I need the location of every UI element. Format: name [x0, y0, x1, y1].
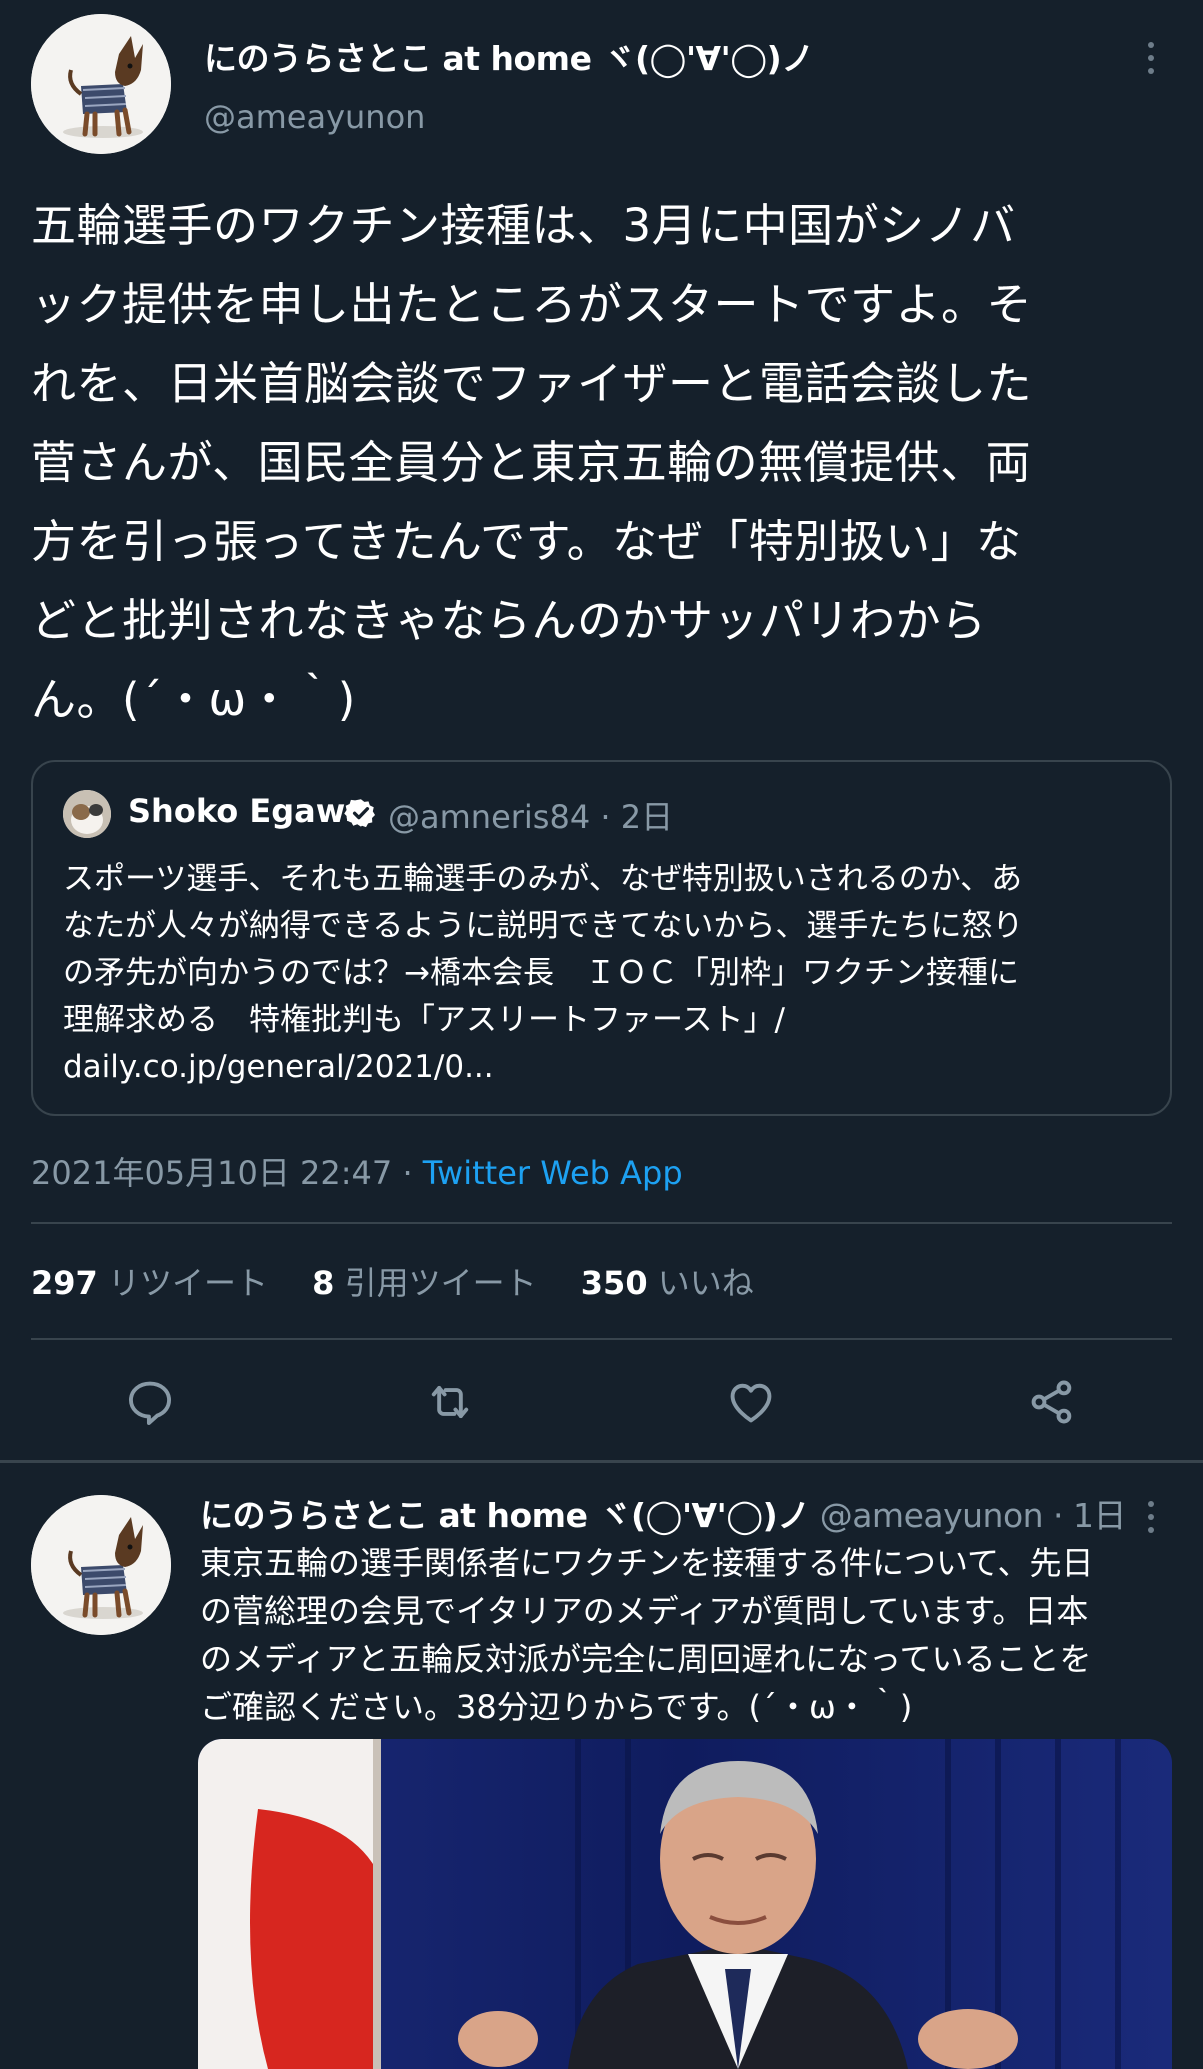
share-icon[interactable]	[1026, 1376, 1078, 1428]
quote-count: 8	[312, 1264, 335, 1302]
retweet-label: リツイート	[107, 1264, 268, 1302]
display-name[interactable]: にのうらさとこ at home ヾ(◯'∀'◯)ノ	[204, 32, 814, 80]
retweet-count: 297	[31, 1264, 98, 1302]
verified-badge-icon	[344, 799, 376, 828]
avatar[interactable]	[31, 1495, 171, 1635]
tweet-text: 五輪選手のワクチン接種は、3月に中国がシノバ ック提供を申し出たところがスタート…	[31, 199, 1033, 726]
timestamp-text: 2021年05月10日 22:47 ·	[31, 1154, 423, 1192]
tweet-timestamp: 2021年05月10日 22:47 · Twitter Web App	[31, 1148, 683, 1194]
reply-icon[interactable]	[124, 1376, 176, 1428]
reply-tweet[interactable]: にのうらさとこ at home ヾ(◯'∀'◯)ノ @ameayunon · 1…	[0, 1463, 1203, 2069]
quoted-tweet-text: スポーツ選手、それも五輪選手のみが、なぜ特別扱いされるのか、あ なたが人々が納得…	[63, 861, 1024, 1085]
tweet-text: 東京五輪の選手関係者にワクチンを接種する件について、先日 の菅総理の会見でイタリ…	[200, 1544, 1094, 1726]
like-stat[interactable]: 350 いいね	[581, 1258, 754, 1304]
press-conference-photo	[198, 1739, 1172, 2069]
tweet-media-image[interactable]	[198, 1739, 1172, 2069]
dog-avatar-image	[31, 14, 171, 154]
quoted-tweet[interactable]: Shoko Egawa @amneris84 · 2日 スポーツ選手、それも五輪…	[31, 760, 1172, 1116]
retweet-stat[interactable]: 297 リツイート	[31, 1258, 268, 1304]
quoted-handle-time: @amneris84 · 2日	[388, 798, 674, 836]
engagement-stats: 297 リツイート 8 引用ツイート 350 いいね	[31, 1258, 788, 1304]
reply-tweet-header: にのうらさとこ at home ヾ(◯'∀'◯)ノ @ameayunon · 1…	[200, 1489, 1127, 1537]
avatar[interactable]	[31, 14, 171, 154]
source-link[interactable]: Twitter Web App	[423, 1154, 683, 1192]
quoted-display-name[interactable]: Shoko Egawa	[128, 792, 367, 830]
display-name[interactable]: にのうらさとこ at home ヾ(◯'∀'◯)ノ	[200, 1496, 810, 1535]
more-options-icon[interactable]	[1136, 1497, 1166, 1537]
divider	[31, 1222, 1172, 1224]
quote-label: 引用ツイート	[344, 1264, 537, 1302]
cat-avatar-image	[63, 790, 111, 838]
retweet-icon[interactable]	[424, 1376, 476, 1428]
more-options-icon[interactable]	[1136, 38, 1166, 78]
user-handle[interactable]: @ameayunon	[204, 98, 425, 136]
handle-time: @ameayunon · 1日	[809, 1496, 1127, 1535]
like-count: 350	[580, 1264, 648, 1302]
quoted-avatar	[63, 790, 111, 838]
main-tweet: にのうらさとこ at home ヾ(◯'∀'◯)ノ @ameayunon 五輪選…	[0, 0, 1203, 1462]
divider	[31, 1338, 1172, 1340]
dog-avatar-image	[31, 1495, 171, 1635]
like-icon[interactable]	[725, 1376, 777, 1428]
like-label: いいね	[657, 1264, 754, 1302]
quote-stat[interactable]: 8 引用ツイート	[312, 1258, 536, 1304]
